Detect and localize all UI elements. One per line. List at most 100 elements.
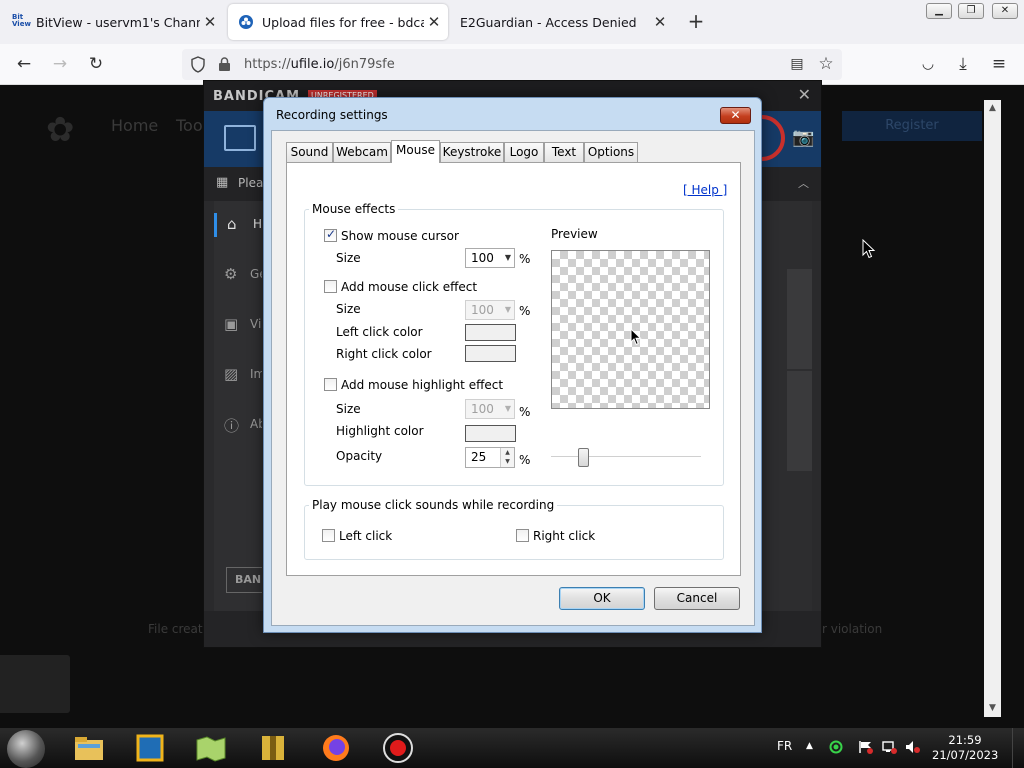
show-desktop-button[interactable] [1012, 728, 1024, 768]
minimize-button[interactable]: ▁ [926, 3, 952, 19]
sidebar-item-video[interactable]: ▣ Vi [214, 313, 262, 337]
info-icon: ⓘ [224, 417, 240, 435]
back-icon[interactable]: ← [13, 53, 35, 75]
tab-bitview[interactable]: Bit View BitView - uservm1's Channel ✕ [2, 4, 224, 40]
volume-muted-icon[interactable] [905, 740, 921, 756]
click-size-select[interactable]: 100 ▼ [465, 300, 515, 320]
virtualbox-icon[interactable] [133, 732, 167, 764]
register-button[interactable]: Register [842, 111, 982, 141]
ufile-logo-icon[interactable]: ✿ [46, 110, 94, 150]
browser-nav-bar: ← → ↻ https://ufile.io/j6n79sfe ▤ ☆ ◡ ⤓ … [0, 44, 1024, 85]
pocket-icon[interactable]: ◡ [917, 53, 939, 75]
left-click-color-swatch[interactable] [465, 324, 516, 341]
mouse-tab-panel: [ Help ] Mouse effects Show mouse cursor… [286, 162, 741, 576]
bandicam-close-icon[interactable]: ✕ [798, 85, 811, 104]
clock[interactable]: 21:59 21/07/2023 [932, 733, 998, 763]
camera-icon[interactable]: 📷 [792, 127, 814, 148]
mouse-click-effect-checkbox[interactable]: Add mouse click effect [324, 280, 477, 294]
right-click-color-swatch[interactable] [465, 345, 516, 362]
close-tab-icon[interactable]: ✕ [200, 13, 220, 31]
left-click-sound-checkbox[interactable]: Left click [322, 529, 392, 543]
sidebar-item-image[interactable]: ▨ Im [214, 363, 265, 387]
bookmark-star-icon[interactable]: ☆ [815, 53, 837, 75]
status-ring-icon[interactable] [829, 740, 843, 756]
checkbox-checked-icon[interactable] [324, 227, 337, 242]
spinner-arrows-icon[interactable]: ▲ ▼ [500, 448, 514, 467]
opacity-slider-track[interactable] [551, 456, 701, 458]
tab-mouse[interactable]: Mouse [391, 140, 440, 163]
checkbox-icon[interactable] [322, 529, 335, 542]
percent-label: % [519, 304, 531, 318]
new-tab-button[interactable]: + [684, 10, 708, 34]
tab-options[interactable]: Options [584, 142, 638, 162]
right-click-sound-checkbox[interactable]: Right click [516, 529, 595, 543]
highlight-size-select[interactable]: 100 ▼ [465, 399, 515, 419]
close-window-button[interactable]: ✕ [992, 3, 1018, 19]
clock-time: 21:59 [948, 733, 982, 747]
gear-icon: ⚙ [224, 265, 238, 283]
url-bar[interactable]: https://ufile.io/j6n79sfe ▤ ☆ [182, 49, 842, 80]
downloads-icon[interactable]: ⤓ [952, 53, 974, 75]
menu-icon[interactable]: ≡ [988, 53, 1010, 75]
cursor-size-select[interactable]: 100 ▼ [465, 248, 515, 268]
help-link[interactable]: [ Help ] [683, 183, 727, 197]
browser-tab-bar: Bit View BitView - uservm1's Channel ✕ U… [0, 0, 1024, 44]
mouse-highlight-effect-checkbox[interactable]: Add mouse highlight effect [324, 378, 503, 392]
ok-button[interactable]: OK [559, 587, 645, 610]
opacity-spinner[interactable]: 25 ▲ ▼ [465, 447, 515, 468]
reader-view-icon[interactable]: ▤ [786, 53, 808, 75]
video-icon: ▣ [224, 315, 239, 333]
close-tab-icon[interactable]: ✕ [424, 13, 444, 31]
maps-app-icon[interactable] [194, 732, 228, 764]
lock-icon[interactable] [218, 57, 231, 72]
nav-tools-link[interactable]: Too [176, 116, 203, 135]
collapse-icon[interactable]: ︿ [798, 175, 809, 191]
opacity-slider-thumb[interactable] [578, 448, 589, 467]
tab-e2guardian[interactable]: E2Guardian - Access Denied ✕ [452, 4, 674, 40]
url-text[interactable]: https://ufile.io/j6n79sfe [244, 57, 395, 72]
tab-ufile[interactable]: Upload files for free - bdcamsetup ✕ [228, 4, 448, 40]
bandicam-bottom-button[interactable]: BAN [226, 567, 266, 593]
tab-keystroke[interactable]: Keystroke [440, 142, 504, 162]
highlight-color-swatch[interactable] [465, 425, 516, 442]
checkbox-icon[interactable] [516, 529, 529, 542]
content-panel [787, 371, 812, 471]
forward-icon[interactable]: → [49, 53, 71, 75]
scroll-up-icon[interactable]: ▲ [984, 100, 1001, 117]
show-mouse-cursor-checkbox[interactable]: Show mouse cursor [324, 227, 459, 243]
language-indicator[interactable]: FR [777, 739, 792, 755]
grid-icon: ▦ [216, 175, 229, 190]
tab-logo[interactable]: Logo [504, 142, 544, 162]
chevron-down-icon: ▼ [504, 253, 511, 262]
tab-sound[interactable]: Sound [286, 142, 333, 162]
taskbar: FR ▲ 21:59 21/07/2023 [0, 728, 1024, 768]
nav-home-link[interactable]: Home [111, 116, 158, 135]
dialog-close-button[interactable]: ✕ [720, 107, 751, 124]
start-button[interactable] [7, 730, 45, 768]
sidebar-item-home[interactable]: ⌂Ho [214, 213, 269, 237]
checkbox-icon[interactable] [324, 280, 337, 293]
file-explorer-icon[interactable] [72, 732, 106, 764]
percent-label: % [519, 252, 531, 266]
firefox-icon[interactable] [319, 732, 353, 764]
recaptcha-badge[interactable] [0, 655, 70, 713]
page-scrollbar[interactable]: ▲ ▼ [984, 100, 1001, 717]
show-hidden-icons-icon[interactable]: ▲ [806, 741, 813, 757]
shield-icon[interactable] [190, 56, 206, 73]
sidebar-item-about[interactable]: ⓘ Ab [214, 413, 266, 437]
screen-mode-icon[interactable] [224, 125, 256, 151]
sidebar-item-general[interactable]: ⚙ Ge [214, 263, 267, 287]
archive-app-icon[interactable] [256, 732, 290, 764]
footer-text: r violation [822, 622, 883, 636]
scroll-down-icon[interactable]: ▼ [984, 700, 1001, 717]
cancel-button[interactable]: Cancel [654, 587, 740, 610]
checkbox-icon[interactable] [324, 378, 337, 391]
reload-icon[interactable]: ↻ [85, 53, 107, 75]
close-tab-icon[interactable]: ✕ [650, 13, 670, 31]
tab-webcam[interactable]: Webcam [333, 142, 391, 162]
network-icon[interactable] [881, 740, 897, 756]
maximize-button[interactable]: ❐ [958, 3, 984, 19]
tab-text[interactable]: Text [544, 142, 584, 162]
bandicam-record-icon[interactable] [381, 732, 415, 764]
flag-icon[interactable] [858, 740, 874, 756]
